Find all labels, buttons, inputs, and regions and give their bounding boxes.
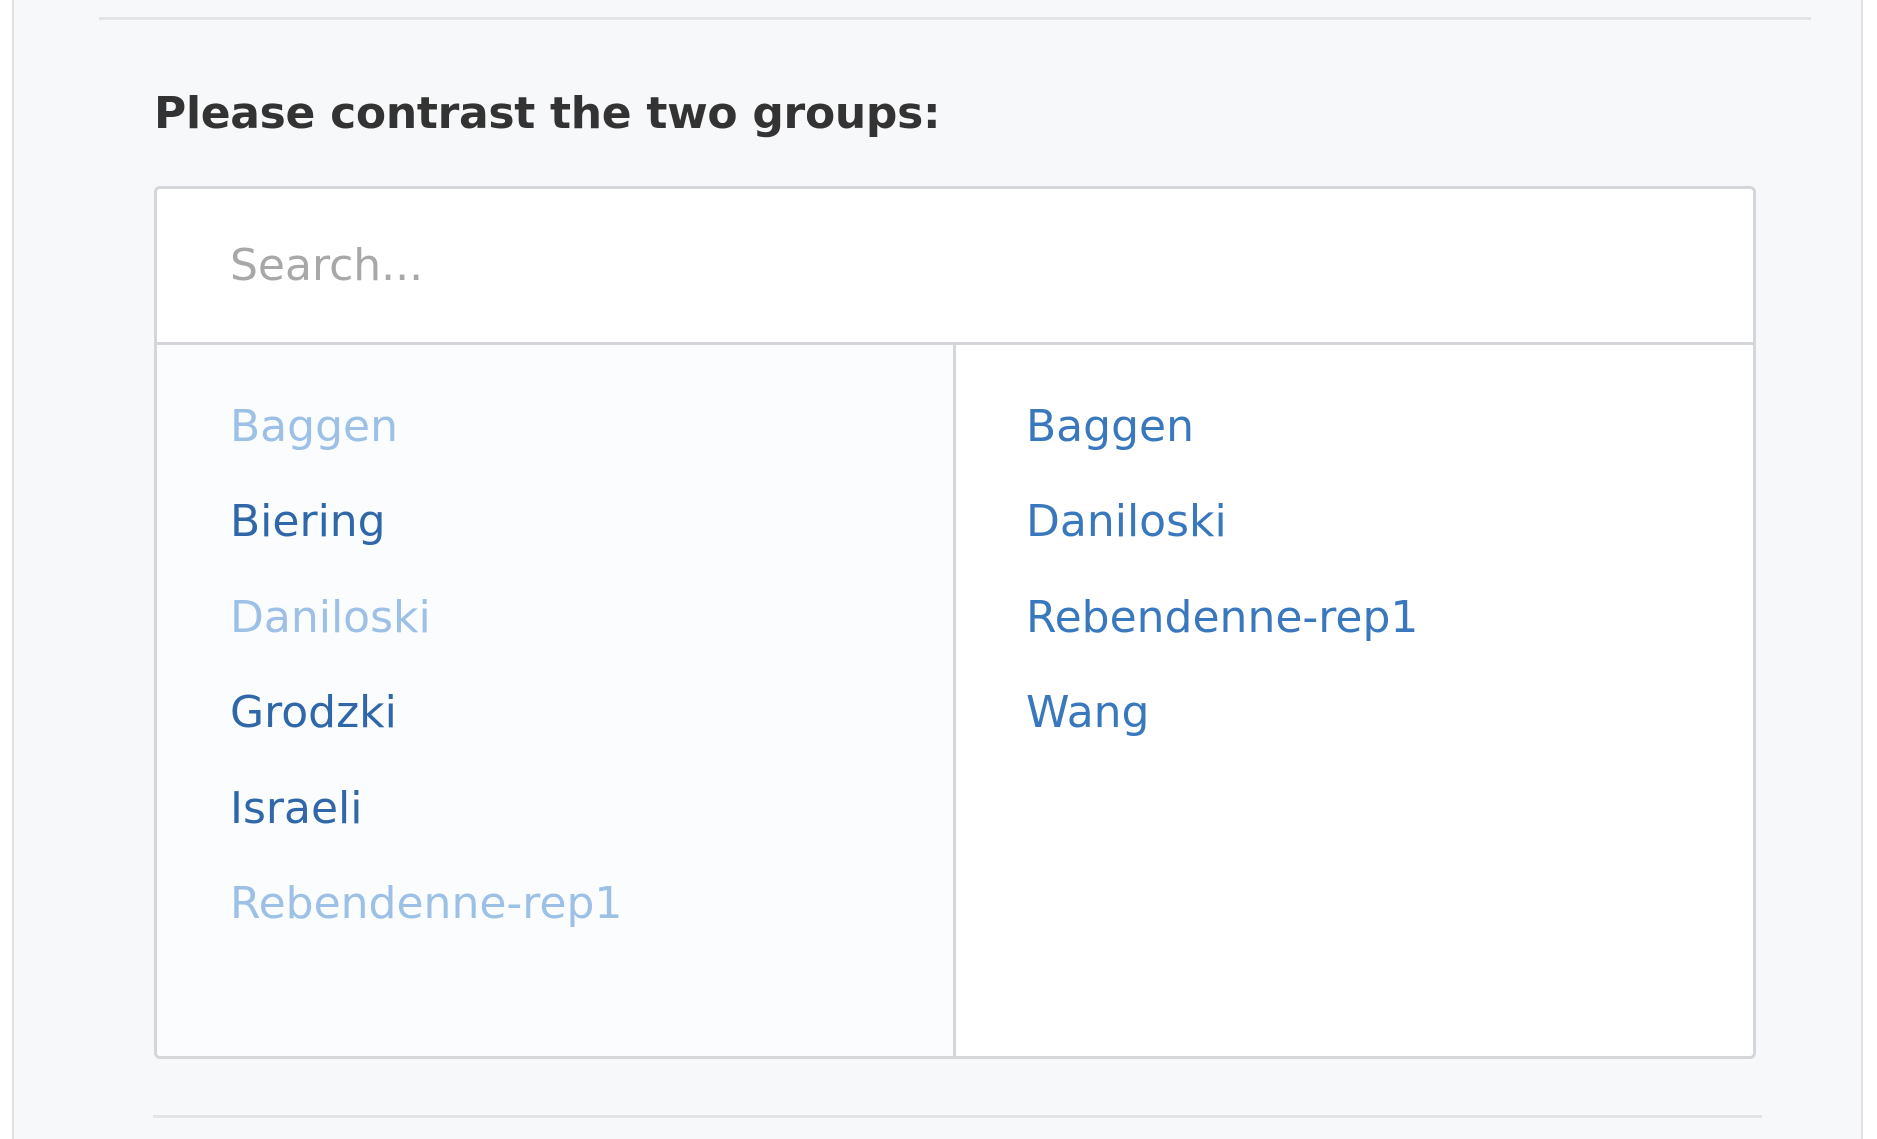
group-list-right: Baggen Daniloski Rebendenne-rep1 Wang <box>956 345 1753 1056</box>
right-item-baggen[interactable]: Baggen <box>1026 405 1194 449</box>
left-item-baggen: Baggen <box>230 401 398 452</box>
group-picker: Baggen Biering Daniloski Grodzki Israeli… <box>154 186 1756 1059</box>
form-panel: Please contrast the two groups: Baggen B… <box>12 0 1863 1139</box>
left-item-grodzki[interactable]: Grodzki <box>230 691 397 735</box>
divider-bottom <box>153 1115 1762 1118</box>
left-item-rebendenne-rep1: Rebendenne-rep1 <box>230 878 623 929</box>
right-item-rebendenne-rep1[interactable]: Rebendenne-rep1 <box>1026 596 1418 640</box>
left-item-biering[interactable]: Biering <box>230 500 386 544</box>
right-item-wang[interactable]: Wang <box>1026 691 1149 735</box>
left-item-daniloski: Daniloski <box>230 592 431 643</box>
divider-top <box>99 17 1811 20</box>
group-contrast-prompt: Please contrast the two groups: <box>154 88 941 139</box>
search-input[interactable] <box>157 189 1753 345</box>
right-item-daniloski[interactable]: Daniloski <box>1026 500 1227 544</box>
group-list-left: Baggen Biering Daniloski Grodzki Israeli… <box>157 345 956 1056</box>
left-item-israeli[interactable]: Israeli <box>230 787 362 831</box>
